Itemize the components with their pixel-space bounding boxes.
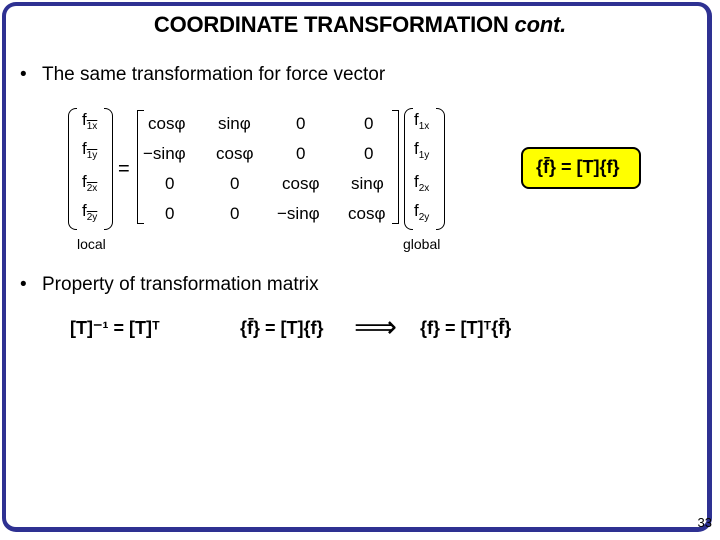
matrix-cell: 0	[364, 144, 374, 163]
global-vector-left-brace	[404, 108, 413, 230]
local-f2y: f2y	[82, 201, 98, 223]
forward-transform-equation: {f̄} = [T]{f}	[240, 318, 324, 338]
matrix-cell: sinφ	[351, 174, 384, 193]
global-f2x: f2x	[414, 172, 430, 194]
matrix-cell: cosφ	[148, 114, 186, 133]
matrix-cell: −sinφ	[277, 204, 320, 223]
equals-sign: =	[118, 158, 130, 180]
bullet-dot: •	[20, 274, 27, 295]
title-main: COORDINATE TRANSFORMATION	[153, 12, 509, 37]
global-vector-right-brace	[436, 108, 445, 230]
inverse-equals-transpose-equation: [T]⁻¹ = [T]ᵀ	[70, 318, 160, 338]
matrix-cell: cosφ	[282, 174, 320, 193]
matrix-cell: 0	[364, 114, 374, 133]
slide-title: COORDINATE TRANSFORMATION cont.	[0, 12, 720, 38]
local-label: local	[77, 236, 106, 252]
local-vector-left-brace	[68, 108, 77, 230]
matrix-cell: −sinφ	[143, 144, 186, 163]
boxed-equation: {f̄} = [T]{f}	[536, 157, 620, 177]
local-f1y: f1y	[82, 139, 98, 161]
bullet-property: • Property of transformation matrix	[20, 274, 319, 296]
page-number: 33	[697, 515, 712, 530]
inverse-transform-equation: {f} = [T]ᵀ{f̄}	[420, 318, 512, 338]
global-f1x: f1x	[414, 110, 430, 132]
matrix-cell: 0	[230, 174, 240, 193]
matrix-cell: 0	[296, 114, 306, 133]
matrix-left-bracket	[137, 110, 144, 224]
matrix-cell: 0	[165, 204, 175, 223]
bullet-text: The same transformation for force vector	[42, 64, 386, 85]
bullet-text: Property of transformation matrix	[42, 274, 319, 295]
implies-arrow-icon: ⟹	[354, 311, 398, 344]
title-suffix: cont.	[514, 12, 567, 37]
bullet-force-vector: • The same transformation for force vecto…	[20, 64, 385, 86]
local-vector-right-brace	[104, 108, 113, 230]
global-f2y: f2y	[414, 201, 430, 223]
matrix-right-bracket	[392, 110, 399, 224]
global-f1y: f1y	[414, 139, 430, 161]
matrix-cell: 0	[230, 204, 240, 223]
matrix-cell: cosφ	[348, 204, 386, 223]
bullet-dot: •	[20, 64, 27, 85]
matrix-cell: cosφ	[216, 144, 254, 163]
global-label: global	[403, 236, 441, 252]
local-f2x: f2x	[82, 172, 98, 194]
matrix-cell: sinφ	[218, 114, 251, 133]
local-f1x: f1x	[82, 110, 98, 132]
matrix-cell: 0	[296, 144, 306, 163]
matrix-cell: 0	[165, 174, 175, 193]
